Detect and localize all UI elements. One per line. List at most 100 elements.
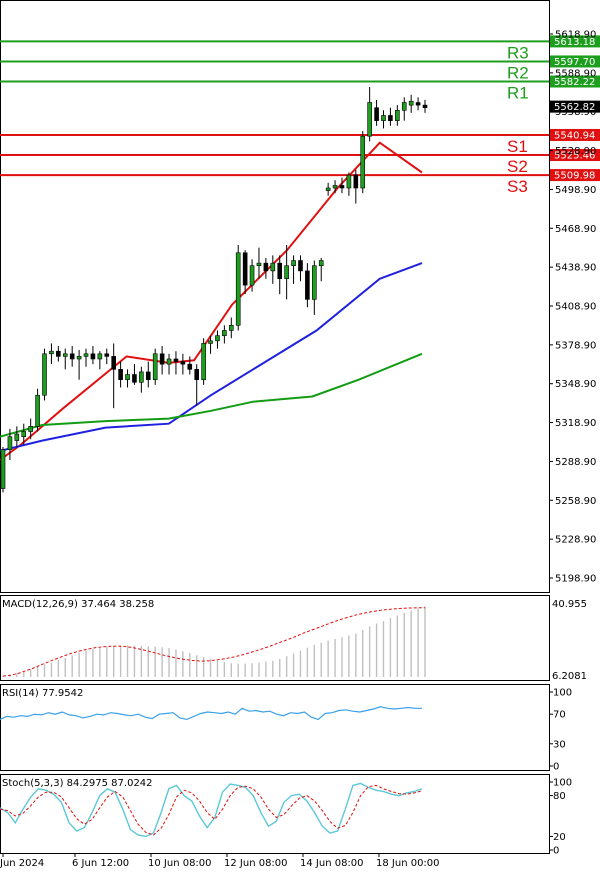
candle-body: [14, 433, 20, 441]
price-tick-label: 5588.90: [555, 68, 596, 79]
rsi-label: RSI(14) 77.9542: [2, 688, 83, 699]
candle-body: [201, 343, 206, 380]
moving-averages: [0, 141, 423, 461]
candle-body: [215, 335, 220, 342]
candle-body: [132, 374, 137, 383]
price-tick-label: 5408.90: [555, 302, 596, 313]
time-axis: Jun 2024 6 Jun 12:00 10 Jun 08:00 12 Jun 08…: [0, 853, 440, 869]
time-tick-label: Jun 2024: [0, 858, 44, 869]
time-tick-label: 6 Jun 12:00: [72, 858, 129, 869]
candle-body: [339, 185, 345, 189]
candle-body: [242, 252, 248, 286]
stoch-label: Stoch(5,3,3) 84.2975 87.0242: [2, 778, 153, 789]
candle-body: [374, 107, 379, 121]
candle-body: [284, 265, 289, 279]
price-tick-label: 5228.90: [555, 535, 596, 546]
level-name: R2: [507, 63, 529, 82]
candle-body: [318, 260, 324, 267]
candle-body: [422, 104, 428, 108]
stoch-tick-label: 20: [553, 832, 566, 843]
candle-body: [97, 353, 103, 360]
candlesticks: [0, 86, 428, 493]
macd-tick-top: 40.955: [552, 599, 587, 610]
candle-body: [159, 353, 165, 365]
candle-body: [360, 135, 366, 189]
time-tick-label: 18 Jun 00:00: [376, 858, 440, 869]
price-tick-label: 5498.90: [555, 185, 596, 196]
price-tick-label: 5468.90: [555, 224, 596, 235]
candle-body: [152, 353, 158, 380]
candle-body: [180, 361, 186, 365]
stoch-tick-label: 100: [553, 778, 572, 789]
candle-body: [139, 371, 144, 383]
candle-body: [42, 353, 47, 396]
rsi-tick-label: 30: [553, 739, 566, 750]
panel-frames: [0, 0, 550, 854]
candle-body: [249, 265, 255, 286]
macd-label: MACD(12,26,9) 37.464 38.258: [2, 599, 154, 610]
main-panel-frame: [0, 0, 550, 593]
stoch-k-line: [0, 782, 423, 838]
candle-body: [104, 353, 110, 357]
candle-body: [145, 371, 151, 380]
price-tick-label: 5288.90: [555, 457, 596, 468]
moving-average-line: [0, 141, 423, 461]
candle-body: [83, 353, 89, 357]
level-price-label: 5597.70: [554, 57, 595, 68]
candle-body: [256, 262, 262, 267]
level-price-label: 5540.94: [554, 130, 595, 141]
stoch-d-line: [0, 784, 423, 836]
candle-body: [118, 369, 123, 380]
macd-panel: [2, 606, 426, 677]
candle-body: [28, 426, 33, 432]
candle-body: [49, 350, 54, 355]
level-name: R3: [507, 43, 529, 62]
candle-body: [35, 394, 40, 427]
candle-body: [408, 100, 414, 106]
stoch-tick-label: 0: [553, 846, 559, 857]
price-tick-label: 5318.90: [555, 418, 596, 429]
time-tick-label: 14 Jun 08:00: [300, 858, 364, 869]
candle-body: [222, 330, 227, 336]
candle-body: [69, 353, 75, 360]
candle-body: [125, 374, 130, 380]
candle-body: [415, 102, 421, 106]
candle-body: [291, 260, 296, 267]
candle-body: [228, 324, 234, 331]
price-tick-label: 5198.90: [555, 574, 596, 585]
candle-body: [263, 262, 269, 272]
candle-body: [235, 252, 241, 326]
price-axis: 5618.905588.905558.905528.905498.905468.…: [549, 30, 600, 585]
level-price-label: 5509.98: [554, 171, 595, 182]
price-tick-label: 5528.90: [555, 146, 596, 157]
candle-body: [7, 436, 13, 450]
candle-body: [21, 431, 27, 437]
price-tick-label: 5348.90: [555, 379, 596, 390]
rsi-tick-label: 0: [553, 762, 559, 773]
current-price-label: 5562.82: [554, 102, 595, 113]
candle-body: [353, 174, 359, 189]
candle-body: [388, 115, 393, 121]
price-chart-canvas: 5613.18R35597.70R25582.22R15540.94S15525…: [0, 0, 600, 869]
level-name: S3: [507, 177, 528, 196]
price-tick-label: 5618.90: [555, 30, 596, 41]
macd-tick-bottom: 6.2081: [552, 671, 587, 682]
rsi-tick-label: 100: [553, 688, 572, 699]
candle-body: [194, 369, 200, 380]
candle-body: [270, 262, 276, 272]
candle-body: [298, 260, 303, 272]
candle-body: [166, 358, 172, 365]
price-tick-label: 5438.90: [555, 263, 596, 274]
candle-body: [208, 340, 213, 344]
candle-body: [332, 185, 338, 189]
support-resistance-levels: 5613.18R35597.70R25582.22R15540.94S15525…: [0, 35, 600, 196]
candle-body: [187, 363, 193, 370]
level-name: S1: [507, 137, 528, 156]
candle-body: [325, 187, 331, 191]
candle-body: [367, 102, 372, 137]
rsi-panel: 100 70 30 0: [0, 688, 572, 773]
level-name: S2: [507, 157, 528, 176]
candle-body: [401, 102, 407, 111]
candle-body: [381, 115, 386, 121]
candle-body: [111, 356, 116, 370]
